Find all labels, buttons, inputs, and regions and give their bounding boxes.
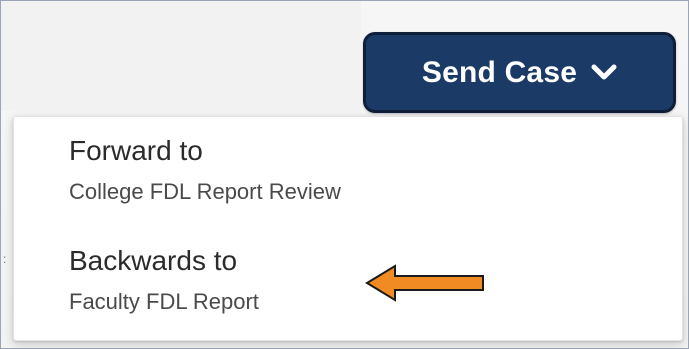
background-strip: [1, 1, 361, 111]
menu-item-title: Forward to: [69, 135, 203, 166]
menu-item-subtitle: Faculty FDL Report: [69, 289, 259, 314]
arrow-left-icon: [365, 264, 484, 302]
send-case-dropdown: Forward to College FDL Report Review Bac…: [13, 116, 683, 341]
send-case-button[interactable]: Send Case: [363, 32, 676, 113]
menu-item-title: Backwards to: [69, 245, 238, 276]
menu-item-backwards[interactable]: Backwards to Faculty FDL Report: [69, 244, 259, 316]
send-case-label: Send Case: [421, 55, 578, 89]
menu-item-forward[interactable]: Forward to College FDL Report Review: [69, 134, 341, 206]
edge-mark: :: [3, 252, 7, 266]
chevron-down-icon: [591, 64, 617, 79]
screenshot-frame: : Send Case Forward to College FDL Repor…: [0, 0, 689, 349]
menu-item-subtitle: College FDL Report Review: [69, 179, 341, 204]
